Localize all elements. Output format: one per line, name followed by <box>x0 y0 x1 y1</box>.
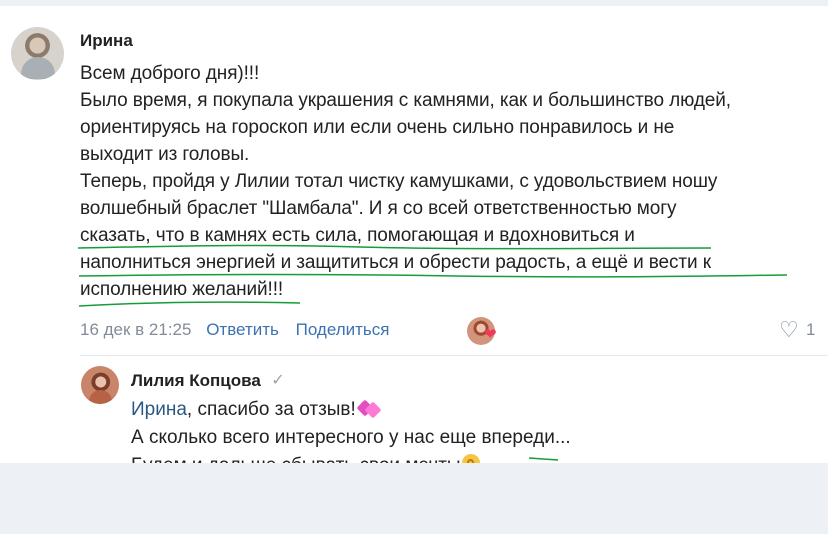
avatar[interactable] <box>81 366 119 404</box>
heart-outline-icon[interactable]: ♡ <box>779 319 801 341</box>
comment-line: сказать, что в камнях есть сила, помогаю… <box>80 225 635 246</box>
share-button[interactable]: Поделиться <box>296 319 390 341</box>
reply-author[interactable]: Лилия Копцова <box>131 371 261 390</box>
reply-text: Будем и дальше сбывать свои мечты <box>131 455 461 463</box>
comment-line: наполниться энергией и защититься и обре… <box>80 252 711 273</box>
comment-body: Всем доброго дня)!!! Было время, я покуп… <box>80 60 810 303</box>
avatar[interactable] <box>11 27 64 80</box>
mention-link[interactable]: Ирина <box>131 399 187 420</box>
gift-icon <box>357 401 381 417</box>
reply-line: А сколько всего интересного у нас еще вп… <box>131 427 571 448</box>
ok-hand-icon <box>461 454 480 463</box>
comment-line: Было время, я покупала украшения с камня… <box>80 90 731 111</box>
comment-line: исполнению желаний!!! <box>80 279 284 300</box>
divider <box>80 355 828 356</box>
reply-text: , спасибо за отзыв! <box>186 399 356 420</box>
reply-body: Ирина, спасибо за отзыв! А сколько всего… <box>131 396 781 463</box>
comment-line: Всем доброго дня)!!! <box>80 63 260 84</box>
reply-button[interactable]: Ответить <box>206 319 279 341</box>
comment-line: выходит из головы. <box>80 144 250 165</box>
reply-line: Будем и дальше сбывать свои мечты <box>131 452 781 463</box>
comment-line: волшебный браслет "Шамбала". И я со всей… <box>80 198 677 219</box>
comment-line: ориентируясь на гороскоп или если очень … <box>80 117 675 138</box>
like-count: 1 <box>806 320 816 339</box>
comment-date: 16 дек в 21:25 <box>80 320 192 339</box>
heart-icon: ❤ <box>484 326 497 343</box>
comment-card: Ирина Всем доброго дня)!!! Было время, я… <box>0 0 828 463</box>
check-icon: ✓ <box>271 372 285 389</box>
comment-line: Теперь, пройдя у Лилии тотал чистку каму… <box>80 171 718 192</box>
comment-author[interactable]: Ирина <box>80 30 133 52</box>
reply-line: Ирина, спасибо за отзыв! <box>131 396 781 424</box>
comment-meta: 16 дек в 21:25 Ответить Поделиться <box>80 319 401 341</box>
reply-header: Лилия Копцова ✓ <box>131 370 285 392</box>
